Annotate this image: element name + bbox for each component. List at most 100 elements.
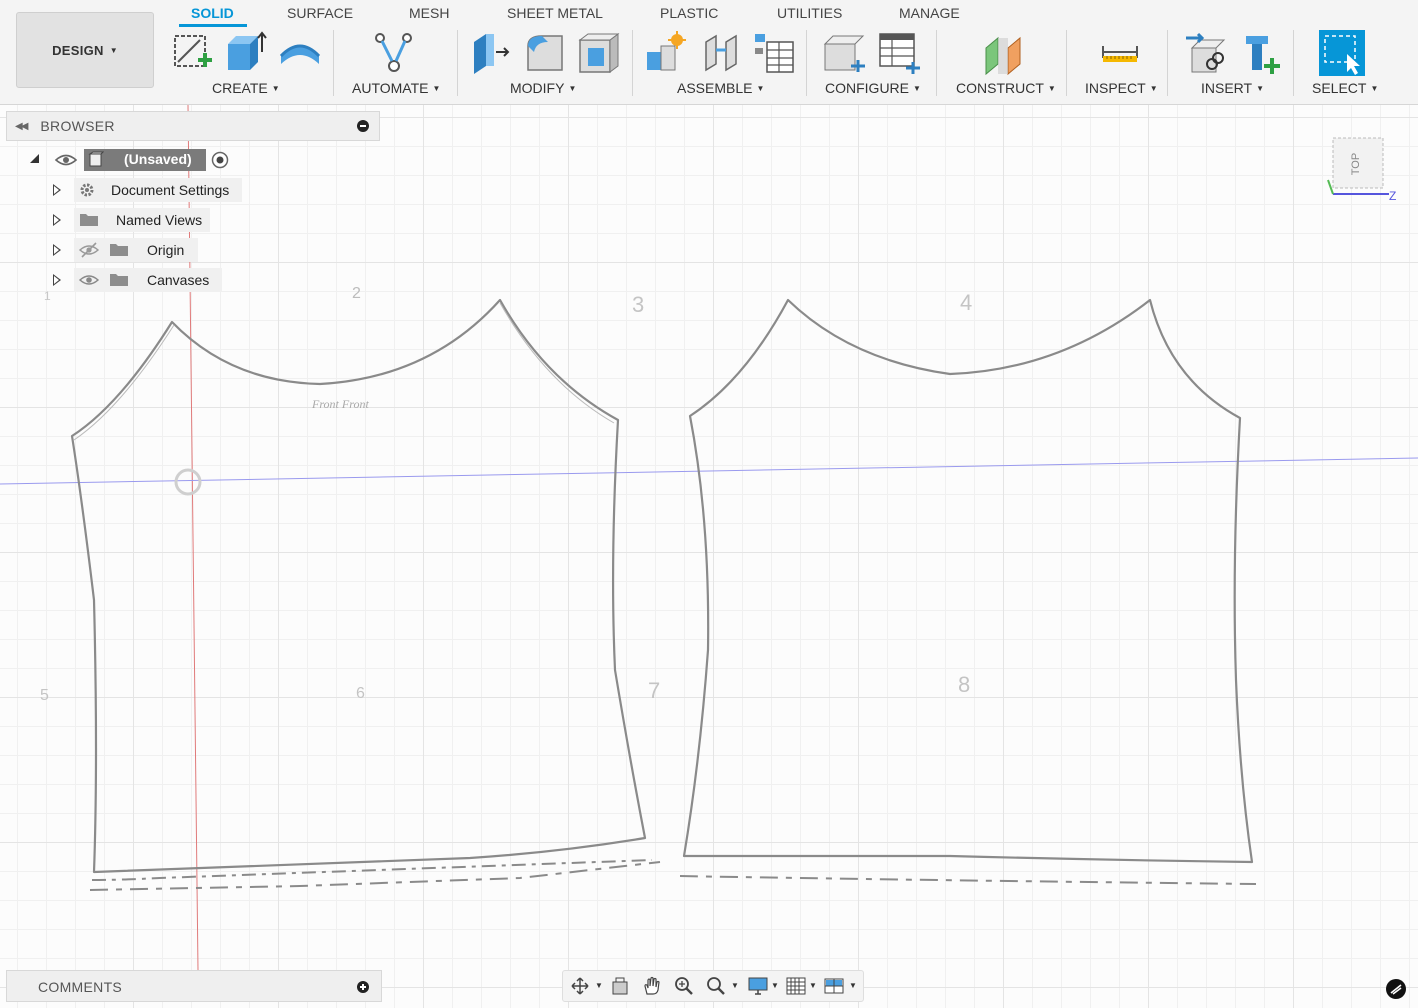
display-settings-icon[interactable]	[747, 976, 769, 996]
expand-arrow-icon[interactable]	[53, 214, 61, 226]
origin-marker	[174, 468, 202, 496]
folder-icon	[79, 211, 99, 227]
construct-menu[interactable]: CONSTRUCT ▼	[956, 80, 1056, 96]
brand-logo-icon	[1386, 979, 1406, 999]
fillet-icon[interactable]	[522, 30, 568, 76]
zoom-icon[interactable]	[673, 976, 695, 996]
browser-panel-header[interactable]: ◀◀ BROWSER	[6, 111, 380, 141]
workspace-label: DESIGN	[52, 42, 104, 58]
sketch-label: 8	[958, 672, 970, 697]
press-pull-icon[interactable]	[468, 30, 514, 76]
component-icon	[88, 151, 105, 167]
add-comment-icon[interactable]	[357, 981, 369, 993]
sketch-label: 2	[352, 285, 361, 302]
tree-item-named-views[interactable]: Named Views	[116, 208, 202, 232]
sketch-label: Front Front	[311, 397, 369, 411]
comments-title: COMMENTS	[38, 979, 123, 995]
tab-plastic[interactable]: PLASTIC	[660, 5, 718, 21]
comments-panel[interactable]: COMMENTS	[6, 970, 382, 1002]
tab-solid[interactable]: SOLID	[191, 5, 234, 21]
tab-surface[interactable]: SURFACE	[287, 5, 353, 21]
collapse-tree-icon[interactable]	[30, 154, 39, 163]
sketch-label: 1	[44, 289, 51, 303]
new-component-icon[interactable]	[643, 30, 689, 76]
caret-down-icon[interactable]: ▼	[771, 981, 779, 990]
separator	[1167, 30, 1168, 96]
tab-utilities[interactable]: UTILITIES	[777, 5, 842, 21]
expand-arrow-icon[interactable]	[53, 274, 61, 286]
viewports-icon[interactable]	[823, 976, 845, 996]
folder-icon	[109, 271, 129, 287]
measure-icon[interactable]	[1097, 30, 1143, 76]
fit-icon[interactable]	[705, 976, 727, 996]
tree-item-origin[interactable]: Origin	[147, 238, 184, 262]
toolbar: DESIGN ▼ SOLID SURFACE MESH SHEET METAL …	[0, 0, 1418, 105]
gear-icon	[78, 181, 96, 199]
create-menu[interactable]: CREATE ▼	[212, 80, 280, 96]
joint-icon[interactable]	[698, 30, 744, 76]
automate-icon[interactable]	[371, 30, 417, 76]
workspace-switcher[interactable]: DESIGN ▼	[16, 12, 154, 88]
table-icon[interactable]	[751, 30, 797, 76]
back-hem-dashed	[679, 875, 1257, 885]
insert-derive-icon[interactable]	[1184, 30, 1230, 76]
select-icon[interactable]	[1319, 30, 1365, 76]
tab-sheet-metal[interactable]: SHEET METAL	[507, 5, 603, 21]
caret-down-icon[interactable]: ▼	[809, 981, 817, 990]
caret-down-icon: ▼	[109, 45, 118, 55]
x-axis-line	[187, 105, 199, 971]
separator	[1066, 30, 1067, 96]
root-component-label: (Unsaved)	[124, 151, 192, 167]
select-menu[interactable]: SELECT ▼	[1312, 80, 1378, 96]
caret-down-icon[interactable]: ▼	[849, 981, 857, 990]
viewcube-face-top: TOP	[1350, 153, 1362, 175]
inspect-menu[interactable]: INSPECT ▼	[1085, 80, 1158, 96]
sketch-label: 3	[632, 292, 644, 317]
orbit-icon[interactable]	[569, 976, 591, 996]
visibility-hidden-icon[interactable]	[78, 240, 100, 260]
modify-menu[interactable]: MODIFY ▼	[510, 80, 576, 96]
configuration-table-icon[interactable]	[876, 30, 922, 76]
expand-arrow-icon[interactable]	[53, 244, 61, 256]
tree-item-document-settings[interactable]: Document Settings	[111, 178, 229, 202]
create-sketch-icon[interactable]	[170, 30, 216, 76]
canvas-viewport[interactable]: 2 3 4 5 6 7 8 Front Front 1	[0, 105, 1418, 1008]
separator	[936, 30, 937, 96]
expand-arrow-icon[interactable]	[53, 184, 61, 196]
insert-menu[interactable]: INSERT ▼	[1201, 80, 1264, 96]
separator	[457, 30, 458, 96]
tab-manage[interactable]: MANAGE	[899, 5, 960, 21]
look-at-icon[interactable]	[609, 976, 631, 996]
panel-minimize-icon[interactable]	[357, 120, 369, 132]
caret-down-icon[interactable]: ▼	[731, 981, 739, 990]
back-panel-outline	[682, 298, 1254, 864]
folder-icon	[109, 241, 129, 257]
grid-icon[interactable]	[785, 976, 807, 996]
offset-plane-icon[interactable]	[980, 30, 1026, 76]
activate-radio-icon[interactable]	[211, 151, 229, 169]
sketch-label: 4	[960, 290, 972, 315]
tab-mesh[interactable]: MESH	[409, 5, 449, 21]
navigation-bar: ▼ ▼ ▼ ▼ ▼	[562, 970, 864, 1002]
canvas-sketch: 2 3 4 5 6 7 8 Front Front 1	[0, 105, 1418, 971]
shell-icon[interactable]	[576, 30, 622, 76]
caret-down-icon[interactable]: ▼	[595, 981, 603, 990]
sketch-label: 7	[648, 678, 660, 703]
separator	[806, 30, 807, 96]
revolve-icon[interactable]	[277, 30, 323, 76]
pan-icon[interactable]	[641, 976, 663, 996]
collapse-panel-icon[interactable]: ◀◀	[15, 121, 28, 132]
z-axis-line	[0, 457, 1418, 485]
assemble-menu[interactable]: ASSEMBLE ▼	[677, 80, 764, 96]
extrude-icon[interactable]	[222, 30, 268, 76]
automate-menu[interactable]: AUTOMATE ▼	[352, 80, 440, 96]
insert-mcmaster-icon[interactable]	[1240, 30, 1286, 76]
visibility-eye-icon[interactable]	[78, 270, 100, 290]
visibility-eye-icon[interactable]	[54, 149, 78, 171]
viewcube-z-label: Z	[1389, 189, 1396, 203]
active-tab-indicator	[179, 24, 247, 27]
configure-menu[interactable]: CONFIGURE ▼	[825, 80, 921, 96]
tree-item-canvases[interactable]: Canvases	[147, 268, 209, 292]
configure-icon[interactable]	[821, 30, 867, 76]
viewcube[interactable]: TOP Z	[1325, 130, 1400, 208]
